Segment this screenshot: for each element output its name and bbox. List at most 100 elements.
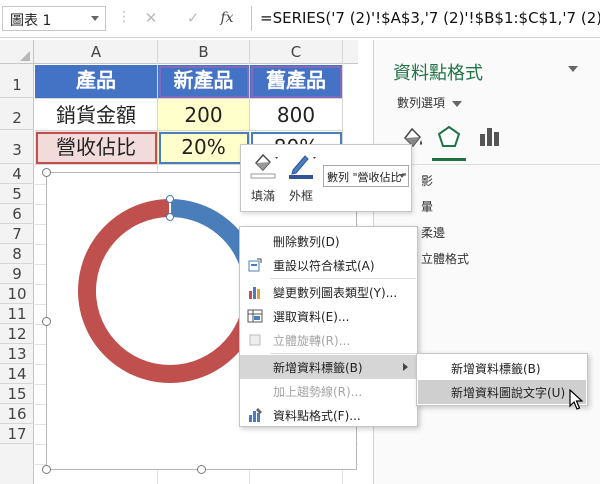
fill-button[interactable]: 填滿 (245, 149, 281, 205)
insert-function-button[interactable]: fx (212, 6, 242, 31)
chart-type-icon (249, 287, 260, 299)
point-selection-handle[interactable] (166, 195, 174, 203)
row-headers: 1 2 3 4 5 6 7 8 9 10 11 12 13 14 15 16 1… (0, 64, 34, 484)
row-header-15[interactable]: 15 (0, 384, 34, 404)
cancel-icon[interactable]: ✕ (136, 6, 166, 31)
add-data-labels-submenu: 新增資料標籤(B) 新增資料圖說文字(U) (416, 353, 588, 406)
submenu-arrow-icon (403, 363, 408, 371)
pane-title: 資料點格式 (393, 63, 483, 84)
series-select-value: 數列 "營收佔比" (327, 171, 407, 184)
menu-item-label: 資料點格式(F)... (273, 409, 361, 423)
pen-icon (289, 155, 316, 179)
row-header-17[interactable]: 17 (0, 424, 34, 444)
row-header-6[interactable]: 6 (0, 204, 34, 224)
point-selection-handle[interactable] (166, 213, 174, 221)
pane-section-3d-format[interactable]: 立體格式 (421, 250, 469, 267)
row-header-8[interactable]: 8 (0, 244, 34, 264)
formula-bar: 圖表 1 ⋮ ✕ ✓ fx =SERIES('7 (2)'!$A$3,'7 (2… (0, 0, 600, 38)
submenu-item-label: 新增資料圖說文字(U) (451, 386, 566, 400)
column-headers: A B C (0, 40, 358, 64)
column-header-a[interactable]: A (35, 40, 158, 64)
name-box[interactable]: 圖表 1 (2, 6, 106, 31)
cell-b2[interactable]: 200 (158, 99, 250, 131)
series-options-label: 數列選項 (397, 96, 446, 110)
cell-c1[interactable]: 舊產品 (250, 65, 343, 99)
resize-handle[interactable] (197, 465, 206, 474)
row-header-16[interactable]: 16 (0, 404, 34, 424)
cell-a2[interactable]: 銷貨金額 (35, 99, 158, 131)
cell-b1[interactable]: 新產品 (158, 65, 250, 99)
menu-separator (270, 278, 416, 279)
outline-button[interactable]: 外框 (283, 149, 319, 205)
chevron-down-icon (399, 174, 405, 178)
menu-item-delete-series[interactable]: 刪除數列(D) (240, 229, 417, 253)
pane-section-shadow[interactable]: 影 (421, 172, 433, 189)
select-data-icon (247, 309, 263, 323)
series-select-dropdown[interactable]: 數列 "營收佔比" (323, 165, 409, 187)
menu-item-select-data[interactable]: 選取資料(E)... (240, 304, 417, 328)
name-box-dropdown-icon[interactable] (91, 16, 99, 21)
column-header-d[interactable] (343, 40, 358, 64)
row-header-13[interactable]: 13 (0, 344, 34, 364)
reset-style-icon (248, 258, 262, 272)
menu-item-3d-rotation: 立體旋轉(R)... (240, 328, 417, 352)
format-data-point-icon (249, 408, 262, 422)
row-header-4[interactable]: 4 (0, 164, 34, 184)
row-header-3[interactable]: 3 (0, 130, 34, 164)
row-header-2[interactable]: 2 (0, 98, 34, 130)
mini-toolbar: 填滿 外框 數列 "營收佔比" (240, 144, 412, 212)
enter-icon[interactable]: ✓ (178, 6, 208, 31)
menu-separator (270, 353, 416, 354)
pane-section-glow[interactable]: 暈 (421, 198, 433, 215)
context-menu: 刪除數列(D) 重設以符合樣式(A) 變更數列圖表類型(Y)... 選取資料(E… (239, 226, 418, 427)
menu-item-label: 刪除數列(D) (273, 235, 340, 249)
submenu-item-add-data-callouts[interactable]: 新增資料圖說文字(U) (418, 380, 586, 404)
paint-bucket-icon (250, 153, 278, 179)
resize-handle[interactable] (42, 168, 51, 177)
3d-rotation-icon (249, 334, 261, 346)
pane-section-soft-edges[interactable]: 柔邊 (421, 224, 445, 241)
menu-item-label: 立體旋轉(R)... (273, 334, 351, 348)
cell-a1[interactable]: 產品 (35, 65, 158, 99)
cell-b3[interactable]: 20% (158, 131, 250, 165)
menu-item-add-trendline: 加上趨勢線(R)... (240, 379, 417, 403)
cell-c2[interactable]: 800 (250, 99, 343, 131)
menu-item-label: 加上趨勢線(R)... (273, 385, 363, 399)
pane-options-dropdown-icon[interactable] (568, 66, 578, 72)
formula-bar-grip-icon: ⋮ (117, 9, 131, 25)
column-header-c[interactable]: C (250, 40, 343, 64)
series-options-tab-icon[interactable] (474, 122, 504, 152)
menu-item-label: 重設以符合樣式(A) (273, 259, 375, 273)
row-header-11[interactable]: 11 (0, 304, 34, 324)
menu-item-add-data-labels[interactable]: 新增資料標籤(B) (240, 355, 417, 379)
name-box-value: 圖表 1 (10, 13, 52, 29)
series-options-dropdown[interactable]: 數列選項 (397, 94, 463, 111)
effects-tab-icon[interactable] (434, 122, 464, 152)
row-header-7[interactable]: 7 (0, 224, 34, 244)
resize-handle[interactable] (42, 465, 51, 474)
menu-item-label: 變更數列圖表類型(Y)... (273, 286, 398, 300)
active-tab-indicator (432, 158, 466, 161)
menu-item-reset-style[interactable]: 重設以符合樣式(A) (240, 253, 417, 277)
formula-input[interactable]: =SERIES('7 (2)'!$A$3,'7 (2)'!$B$1:$C$1,'… (251, 6, 600, 31)
menu-item-format-data-point[interactable]: 資料點格式(F)... (240, 403, 417, 427)
row-header-14[interactable]: 14 (0, 364, 34, 384)
row-header-12[interactable]: 12 (0, 324, 34, 344)
menu-item-label: 新增資料標籤(B) (273, 361, 363, 375)
select-all-button[interactable] (0, 40, 34, 64)
column-header-b[interactable]: B (158, 40, 250, 64)
chevron-down-icon (452, 100, 463, 107)
row-header-1[interactable]: 1 (0, 64, 34, 98)
row-header-10[interactable]: 10 (0, 284, 34, 304)
submenu-item-add-data-labels[interactable]: 新增資料標籤(B) (418, 356, 586, 380)
submenu-item-label: 新增資料標籤(B) (451, 362, 541, 376)
cell-a3[interactable]: 營收佔比 (35, 131, 158, 165)
row-header-9[interactable]: 9 (0, 264, 34, 284)
menu-item-label: 選取資料(E)... (273, 310, 350, 324)
mouse-pointer-icon (569, 389, 583, 410)
outline-button-label: 外框 (288, 189, 313, 203)
fill-button-label: 填滿 (250, 189, 275, 203)
resize-handle[interactable] (42, 317, 51, 326)
menu-item-change-chart-type[interactable]: 變更數列圖表類型(Y)... (240, 280, 417, 304)
row-header-5[interactable]: 5 (0, 184, 34, 204)
